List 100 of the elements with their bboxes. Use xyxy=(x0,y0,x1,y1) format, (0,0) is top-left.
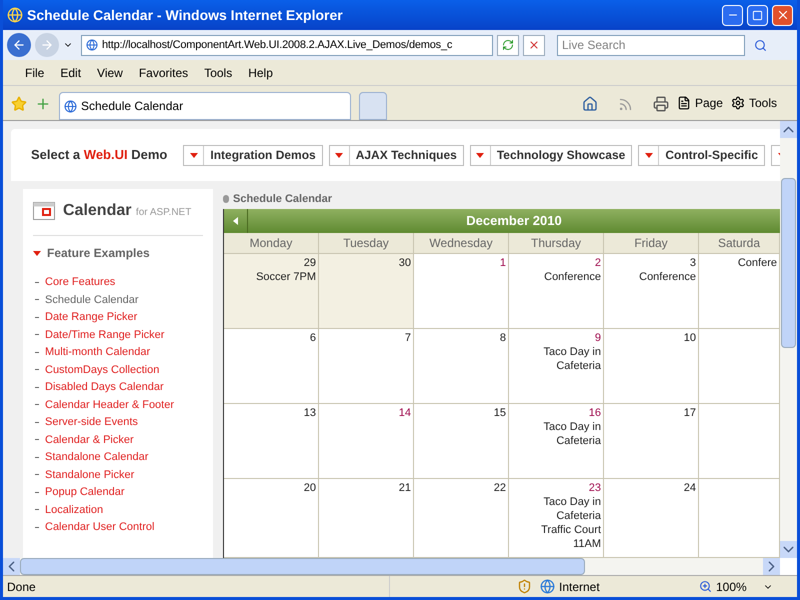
day-cell[interactable]: 22 xyxy=(414,479,509,558)
sidebar-link[interactable]: Standalone Picker xyxy=(45,466,134,483)
event-label[interactable]: Soccer 7PM xyxy=(256,270,316,284)
day-cell[interactable]: 24 xyxy=(604,479,699,558)
day-cell[interactable]: 29 Soccer 7PM xyxy=(224,254,319,329)
stop-button[interactable] xyxy=(523,34,545,56)
calendar-heading: Schedule Calendar xyxy=(233,192,332,207)
day-number: 1 xyxy=(500,256,506,270)
refresh-button[interactable] xyxy=(497,34,519,56)
dash-icon xyxy=(35,509,39,510)
zoom-level[interactable]: 100% xyxy=(716,578,747,596)
scroll-thumb[interactable] xyxy=(781,178,796,348)
sidebar-link[interactable]: Schedule Calendar xyxy=(45,292,139,308)
left-arrow-icon xyxy=(233,217,238,225)
scroll-right-icon[interactable] xyxy=(763,558,780,575)
scroll-up-icon[interactable] xyxy=(780,121,797,138)
horizontal-scrollbar[interactable] xyxy=(3,558,780,575)
dash-icon xyxy=(35,352,39,353)
menu-item[interactable]: File xyxy=(25,64,44,82)
day-cell[interactable]: 9 Taco Day in Cafeteria xyxy=(509,329,604,404)
address-field[interactable]: http://localhost/ComponentArt.Web.UI.2008.2.AJAX.Live_Demos/demos_c xyxy=(81,34,493,56)
day-cell[interactable]: 15 xyxy=(414,404,509,479)
tools-menu-button[interactable]: Tools xyxy=(730,94,777,112)
sidebar-link[interactable]: Calendar User Control xyxy=(45,519,154,536)
minimize-button[interactable] xyxy=(722,4,743,26)
sidebar-link[interactable]: Standalone Calendar xyxy=(45,449,148,466)
home-icon[interactable] xyxy=(582,96,598,112)
dash-icon xyxy=(35,526,39,528)
day-cell[interactable] xyxy=(699,404,780,479)
day-cell[interactable]: Confere xyxy=(699,254,780,329)
demo-menu-button[interactable]: Technology Showcase xyxy=(470,144,632,166)
add-favorite-icon[interactable] xyxy=(35,96,51,112)
day-cell[interactable]: 21 xyxy=(319,479,414,558)
sidebar-link[interactable]: Localization xyxy=(45,502,104,518)
event-label[interactable]: Traffic Court 11AM xyxy=(511,523,601,551)
event-label[interactable]: Confere xyxy=(738,256,777,270)
weekday-header: Saturda xyxy=(699,233,780,254)
day-number: 15 xyxy=(494,406,506,420)
event-label[interactable]: Taco Day in Cafeteria xyxy=(511,420,601,448)
menu-item[interactable]: Edit xyxy=(60,64,82,82)
menu-item[interactable]: Favorites xyxy=(138,64,188,82)
page-menu-button[interactable]: Page xyxy=(676,94,723,112)
day-cell[interactable] xyxy=(699,329,780,404)
scroll-thumb[interactable] xyxy=(20,558,585,575)
day-cell[interactable]: 7 xyxy=(319,329,414,404)
menu-item[interactable]: Help xyxy=(248,64,273,82)
sidebar-link[interactable]: Multi-month Calendar xyxy=(45,344,150,360)
dash-icon xyxy=(35,299,39,300)
day-cell[interactable]: 2 Conference xyxy=(509,254,604,329)
event-label[interactable]: Taco Day in Cafeteria xyxy=(511,345,601,373)
dash-icon xyxy=(35,369,39,370)
vertical-scrollbar[interactable] xyxy=(780,121,797,558)
search-field[interactable]: Live Search xyxy=(557,34,745,56)
day-cell[interactable]: 13 xyxy=(224,404,319,479)
sidebar-link[interactable]: CustomDays Collection xyxy=(45,362,160,378)
demo-menu-button[interactable]: Control-Specific xyxy=(638,144,766,166)
favorites-star-icon[interactable] xyxy=(11,96,27,112)
sidebar-link[interactable]: Date/Time Range Picker xyxy=(45,326,164,343)
menu-item[interactable]: View xyxy=(97,64,123,82)
day-cell[interactable]: 16 Taco Day in Cafeteria xyxy=(509,404,604,479)
day-number: 17 xyxy=(684,406,696,420)
feed-icon[interactable] xyxy=(618,97,633,112)
sidebar-link[interactable]: Disabled Days Calendar xyxy=(45,379,164,396)
day-cell[interactable]: 17 xyxy=(604,404,699,479)
menu-item[interactable]: Tools xyxy=(204,64,232,82)
browser-tab[interactable]: Schedule Calendar xyxy=(59,92,351,120)
day-cell[interactable]: 6 xyxy=(224,329,319,404)
day-cell[interactable]: 30 xyxy=(319,254,414,329)
print-icon[interactable] xyxy=(652,96,669,112)
day-cell[interactable]: 1 xyxy=(414,254,509,329)
dropdown-arrow-icon xyxy=(476,152,484,158)
sidebar-link[interactable]: Core Features xyxy=(45,274,116,290)
scroll-down-icon[interactable] xyxy=(780,541,797,558)
day-cell[interactable]: 8 xyxy=(414,329,509,404)
day-cell[interactable]: 10 xyxy=(604,329,699,404)
sidebar-link[interactable]: Server-side Events xyxy=(45,414,138,430)
sidebar-link[interactable]: Date Range Picker xyxy=(45,309,138,326)
bullet-icon xyxy=(223,195,229,203)
close-button[interactable] xyxy=(772,4,793,26)
demo-menu-button[interactable]: AJAX Techniques xyxy=(328,144,464,166)
day-cell[interactable] xyxy=(699,479,780,558)
event-label[interactable]: Conference xyxy=(639,270,696,284)
popup-blocker-icon xyxy=(517,579,532,594)
scroll-left-icon[interactable] xyxy=(3,558,20,575)
back-button[interactable] xyxy=(7,33,31,57)
section-header[interactable]: Feature Examples xyxy=(33,244,203,262)
event-label[interactable]: Taco Day in Cafeteria xyxy=(511,495,601,523)
day-number: 16 xyxy=(588,406,601,420)
day-cell[interactable]: 20 xyxy=(224,479,319,558)
day-cell[interactable]: 14 xyxy=(319,404,414,479)
demo-menu-button[interactable]: Integration Demos xyxy=(183,144,323,166)
event-label[interactable]: Conference xyxy=(544,270,601,284)
sidebar-link[interactable]: Calendar & Picker xyxy=(45,432,134,448)
calendar-icon xyxy=(33,202,55,220)
maximize-button[interactable] xyxy=(747,4,768,26)
sidebar-link[interactable]: Calendar Header & Footer xyxy=(45,396,174,413)
sidebar-link[interactable]: Popup Calendar xyxy=(45,484,125,500)
day-cell[interactable]: 3 Conference xyxy=(604,254,699,329)
day-cell[interactable]: 23 Taco Day in Cafeteria Traffic Court 11AM xyxy=(509,479,604,558)
month-header: December 2010 xyxy=(224,209,780,233)
